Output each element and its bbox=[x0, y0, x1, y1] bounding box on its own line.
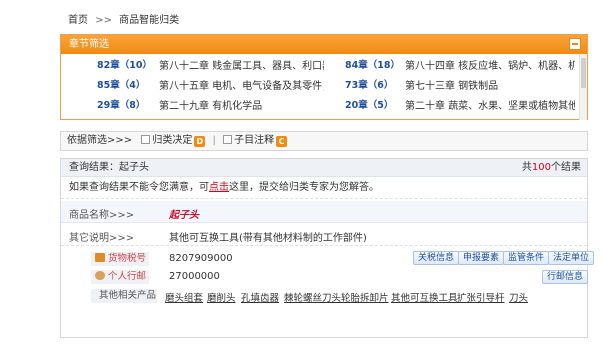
person-icon bbox=[95, 271, 105, 280]
chapter-link[interactable]: 85章（4） bbox=[97, 77, 145, 91]
breadcrumb: 首页 >> 商品智能归类 bbox=[68, 11, 179, 26]
related-products-label: 其他相关产品 bbox=[91, 289, 157, 303]
chapter-name[interactable]: 第二十九章 有机化学品 bbox=[159, 97, 324, 112]
scrollbar-thumb[interactable] bbox=[581, 58, 586, 88]
other-desc-label: 其它说明>>> bbox=[69, 233, 135, 244]
chapter-link[interactable]: 29章（8） bbox=[97, 97, 145, 111]
query-label: 查询结果： bbox=[69, 162, 119, 173]
other-desc-row: 其它说明>>> 其他可互换工具(带有其他材料制的工作部件) bbox=[61, 224, 587, 246]
related-product-link[interactable]: 其他可互换工具 bbox=[391, 290, 458, 304]
result-note: 如果查询结果不能令您满意，可点击这里，提交给归类专家为您解答。 bbox=[61, 177, 587, 199]
result-panel: 查询结果：起子头 共100个结果 如果查询结果不能令您满意，可点击这里，提交给归… bbox=[60, 158, 595, 338]
personal-postal-value: 27000000 bbox=[169, 271, 220, 282]
chapter-name[interactable]: 第七十三章 钢铁制品 bbox=[405, 77, 575, 92]
chapter-name[interactable]: 第二十章 蔬菜、水果、坚果或植物其他部分 bbox=[405, 97, 575, 112]
product-name-row: 商品名称>>> 起子头 bbox=[61, 201, 587, 223]
chapter-scrollbar[interactable] bbox=[579, 54, 587, 120]
related-product-link[interactable]: 磨头组套 bbox=[165, 290, 203, 304]
chapter-name[interactable]: 第八十四章 核反应堆、锅炉、机器、机械器 bbox=[405, 57, 575, 72]
collapse-icon[interactable] bbox=[569, 38, 581, 50]
related-product-link[interactable]: 磨削头 bbox=[207, 290, 236, 304]
expert-link[interactable]: 点击 bbox=[209, 182, 229, 193]
chapter-link[interactable]: 82章（10） bbox=[97, 57, 152, 71]
note-badge-icon: C bbox=[276, 136, 288, 147]
chapter-filter-title: 章节筛选 bbox=[69, 39, 109, 50]
chapter-link[interactable]: 84章（18） bbox=[345, 57, 400, 71]
related-product-link[interactable]: 孔填齿器 bbox=[241, 290, 279, 304]
personal-postal-label: 个人行邮 bbox=[91, 270, 149, 284]
checkbox-ruling-label[interactable]: 归类决定 bbox=[152, 135, 192, 146]
related-product-link[interactable]: 刀头 bbox=[509, 290, 528, 304]
tax-code-value: 8207909000 bbox=[169, 253, 233, 264]
result-count: 共100个结果 bbox=[521, 162, 581, 173]
product-name-label: 商品名称>>> bbox=[69, 210, 135, 221]
tax-icon bbox=[95, 253, 105, 262]
breadcrumb-separator: >> bbox=[95, 15, 112, 26]
breadcrumb-current: 商品智能归类 bbox=[119, 15, 180, 26]
chapter-name[interactable]: 第八十五章 电机、电气设备及其零件；录音 bbox=[159, 77, 324, 92]
declaration-elements-button[interactable]: 申报要素 bbox=[458, 251, 505, 265]
chapter-link[interactable]: 73章（6） bbox=[345, 77, 393, 91]
query-value: 起子头 bbox=[119, 162, 149, 173]
chapter-row: 85章（4） 第八十五章 电机、电气设备及其零件；录音 73章（6） 第七十三章… bbox=[61, 77, 587, 93]
tariff-info-button[interactable]: 关税信息 bbox=[413, 251, 460, 265]
related-product-link[interactable]: 扩张引导杆 bbox=[457, 290, 505, 304]
chapter-filter-header: 章节筛选 bbox=[61, 35, 587, 54]
other-desc-value: 其他可互换工具(带有其他材料制的工作部件) bbox=[169, 233, 367, 244]
chapter-list: 82章（10） 第八十二章 贱金属工具、器具、利口器、餐 84章（18） 第八十… bbox=[61, 54, 587, 120]
result-header: 查询结果：起子头 共100个结果 bbox=[61, 159, 587, 177]
related-product-link[interactable]: 棘轮螺丝刀头 bbox=[284, 290, 341, 304]
chapter-link[interactable]: 20章（5） bbox=[345, 97, 393, 111]
checkbox-subheading-label[interactable]: 子目注释 bbox=[234, 135, 274, 146]
product-name-value: 起子头 bbox=[169, 210, 199, 221]
breadcrumb-home[interactable]: 首页 bbox=[68, 15, 88, 26]
chapter-row: 82章（10） 第八十二章 贱金属工具、器具、利口器、餐 84章（18） 第八十… bbox=[61, 57, 587, 73]
chapter-row: 29章（8） 第二十九章 有机化学品 20章（5） 第二十章 蔬菜、水果、坚果或… bbox=[61, 97, 587, 113]
tax-code-label: 货物税号 bbox=[91, 252, 149, 266]
checkbox-subheading[interactable] bbox=[223, 135, 233, 144]
legal-unit-button[interactable]: 法定单位 bbox=[548, 251, 595, 265]
filter-label: 依据筛选>>> bbox=[67, 135, 133, 146]
postal-info-button[interactable]: 行邮信息 bbox=[542, 270, 589, 284]
supervision-conditions-button[interactable]: 监管条件 bbox=[503, 251, 550, 265]
filter-bar: 依据筛选>>> 归类决定 D | 子目注释 C bbox=[60, 131, 588, 151]
related-product-link[interactable]: 轮胎拆卸片 bbox=[341, 290, 389, 304]
chapter-name[interactable]: 第八十二章 贱金属工具、器具、利口器、餐 bbox=[159, 57, 324, 72]
checkbox-ruling[interactable] bbox=[141, 135, 151, 144]
ruling-badge-icon: D bbox=[194, 136, 206, 147]
chapter-filter-panel: 章节筛选 82章（10） 第八十二章 贱金属工具、器具、利口器、餐 84章（18… bbox=[60, 34, 588, 120]
divider: | bbox=[212, 135, 216, 146]
